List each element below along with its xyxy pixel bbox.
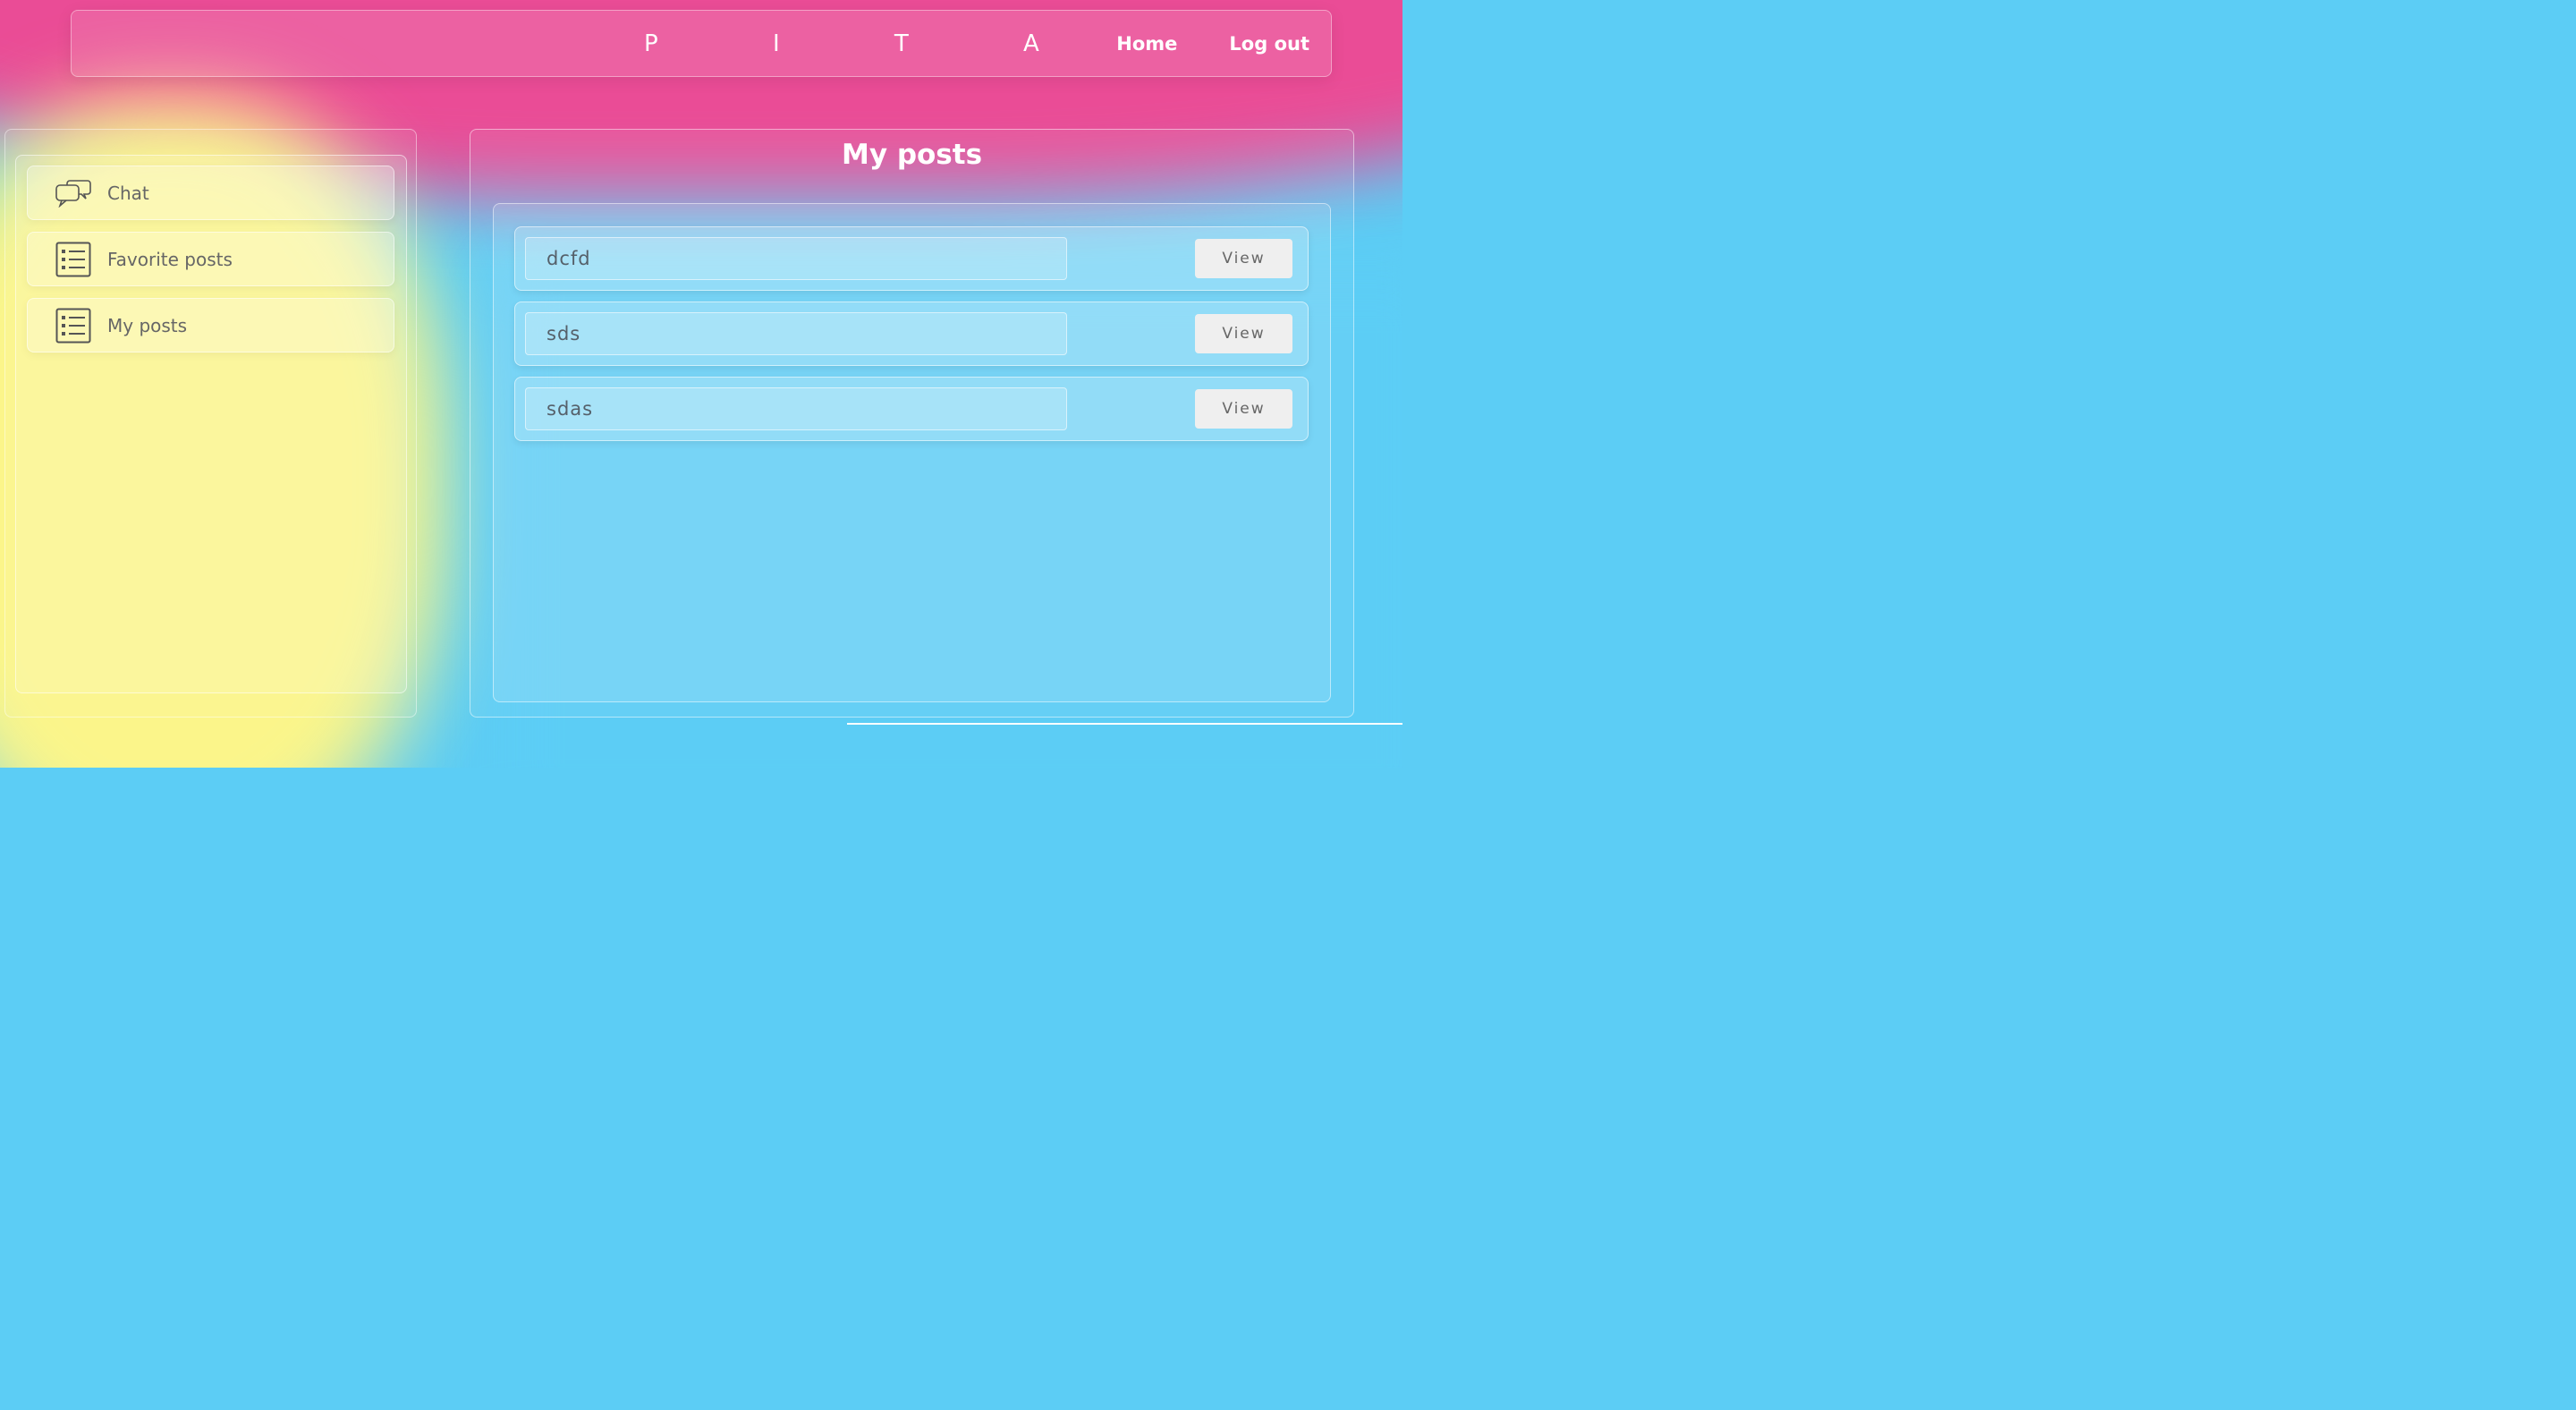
post-row: sds View (514, 302, 1309, 366)
sidebar-item-my-posts[interactable]: My posts (27, 298, 394, 352)
top-nav: Home Log out (1116, 33, 1309, 55)
top-navbar: P I T A Home Log out (71, 10, 1332, 77)
posts-list: dcfd View sds View sdas View (493, 203, 1331, 702)
sidebar-item-label: Favorite posts (107, 248, 233, 270)
view-post-button[interactable]: View (1195, 389, 1292, 429)
list-icon (55, 241, 92, 278)
post-title: sds (525, 312, 1067, 355)
brand-logo: P I T A (644, 30, 1093, 57)
page-title: My posts (841, 139, 983, 171)
post-title: dcfd (525, 237, 1067, 280)
main-content: My posts dcfd View sds View sdas View (470, 129, 1354, 718)
list-icon (55, 307, 92, 344)
sidebar-menu: Chat Favorite posts My posts (15, 155, 407, 693)
post-row: dcfd View (514, 226, 1309, 291)
sidebar-item-chat[interactable]: Chat (27, 166, 394, 220)
post-row: sdas View (514, 377, 1309, 441)
logout-link[interactable]: Log out (1229, 33, 1309, 55)
chat-bubbles-icon (55, 174, 92, 212)
post-title: sdas (525, 387, 1067, 430)
home-link[interactable]: Home (1116, 33, 1177, 55)
sidebar-item-label: My posts (107, 314, 188, 336)
sidebar-item-label: Chat (107, 182, 149, 204)
sidebar: Chat Favorite posts My posts (4, 129, 417, 718)
view-post-button[interactable]: View (1195, 314, 1292, 353)
bottom-divider (847, 723, 1402, 725)
view-post-button[interactable]: View (1195, 239, 1292, 278)
sidebar-item-favorite-posts[interactable]: Favorite posts (27, 232, 394, 286)
